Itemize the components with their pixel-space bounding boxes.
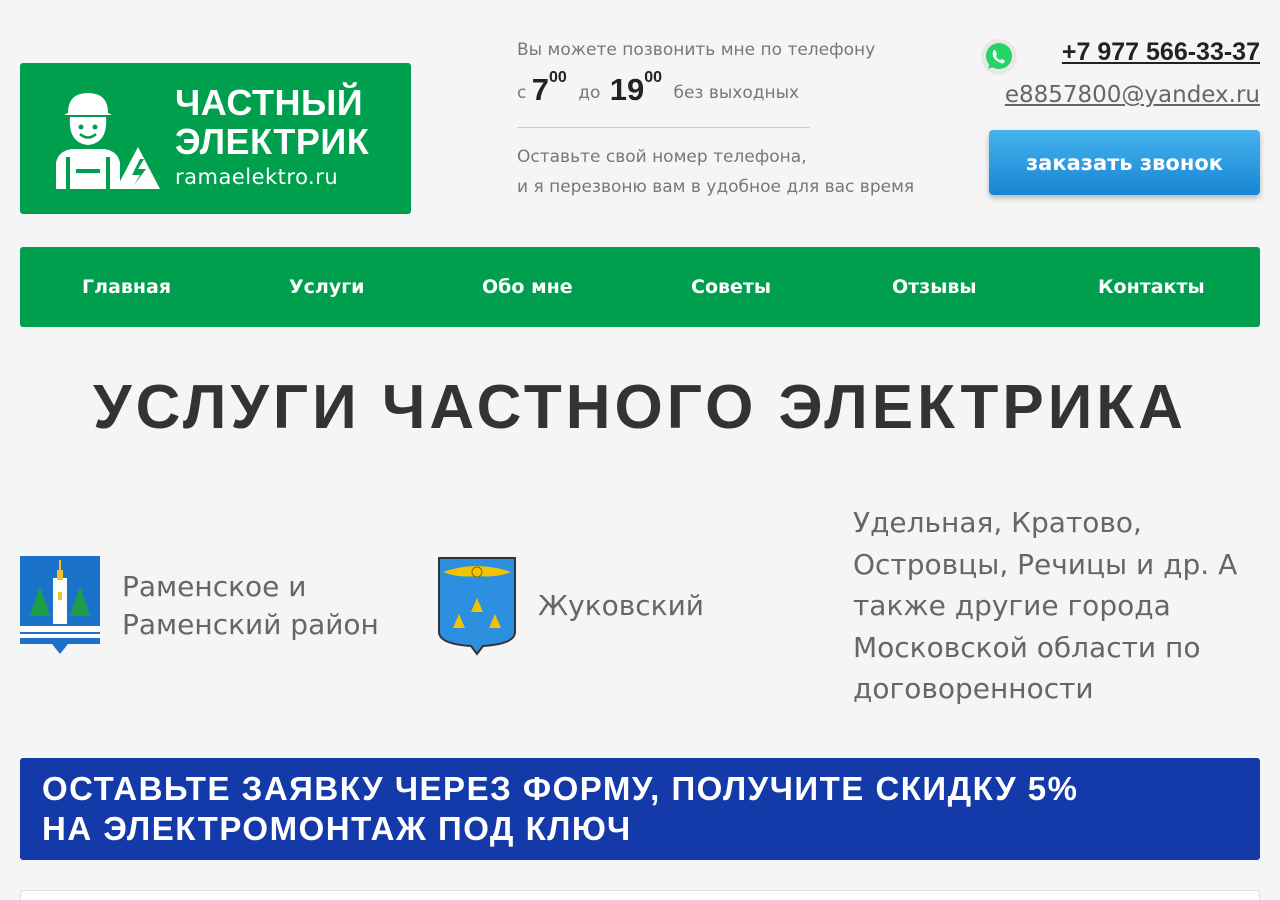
- email-link[interactable]: e8857800@yandex.ru: [1005, 82, 1260, 108]
- city-zhukovsky: Жуковский: [538, 589, 704, 622]
- other-areas: Удельная, Кратово, Островцы, Речицы и др…: [853, 506, 1238, 705]
- schedule-intro: Вы можете позвонить мне по телефону: [517, 40, 876, 60]
- nav-item-services[interactable]: Услуги: [289, 247, 364, 327]
- nav-item-tips[interactable]: Советы: [691, 247, 771, 327]
- nav-item-reviews[interactable]: Отзывы: [892, 247, 977, 327]
- banner-text-2: НА ЭЛЕКТРОМОНТАЖ ПОД КЛЮЧ: [42, 810, 632, 847]
- from-hour: 7: [531, 72, 550, 107]
- to-hour: 19: [609, 72, 645, 107]
- electrician-icon: [56, 93, 160, 189]
- logo-site-name: ramaelektro.ru: [175, 165, 339, 189]
- callback-note-2: и я перезвоню вам в удобное для вас врем…: [517, 177, 915, 197]
- main-nav: Главная Услуги Обо мне Советы Отзывы Кон…: [20, 247, 1260, 327]
- form-panel: [20, 890, 1260, 900]
- schedule-hours: с 700 до 1900 без выходных: [517, 69, 800, 107]
- nav-item-about[interactable]: Обо мне: [482, 247, 573, 327]
- whatsapp-icon[interactable]: [980, 38, 1018, 76]
- site-logo[interactable]: ЧАСТНЫЙ ЭЛЕКТРИК ramaelektro.ru: [20, 63, 411, 214]
- phone-link[interactable]: +7 977 566-33-37: [1062, 38, 1260, 67]
- zhukovsky-coat-of-arms-icon: [438, 557, 516, 656]
- ramenskoe-coat-of-arms-icon: [20, 556, 100, 654]
- logo-title: ЧАСТНЫЙ ЭЛЕКТРИК: [175, 82, 370, 162]
- page-title: УСЛУГИ ЧАСТНОГО ЭЛЕКТРИКА: [93, 373, 1187, 442]
- city-ramenskoe: Раменское и Раменский район: [122, 570, 379, 641]
- nav-item-home[interactable]: Главная: [82, 247, 171, 327]
- discount-banner: ОСТАВЬТЕ ЗАЯВКУ ЧЕРЕЗ ФОРМУ, ПОЛУЧИТЕ СК…: [20, 758, 1260, 860]
- banner-text: ОСТАВЬТЕ ЗАЯВКУ ЧЕРЕЗ ФОРМУ, ПОЛУЧИТЕ СК…: [42, 770, 1079, 807]
- nav-item-contacts[interactable]: Контакты: [1098, 247, 1205, 327]
- divider: [517, 127, 810, 128]
- callback-note: Оставьте свой номер телефона,: [517, 147, 807, 167]
- callback-button[interactable]: заказать звонок: [989, 130, 1260, 195]
